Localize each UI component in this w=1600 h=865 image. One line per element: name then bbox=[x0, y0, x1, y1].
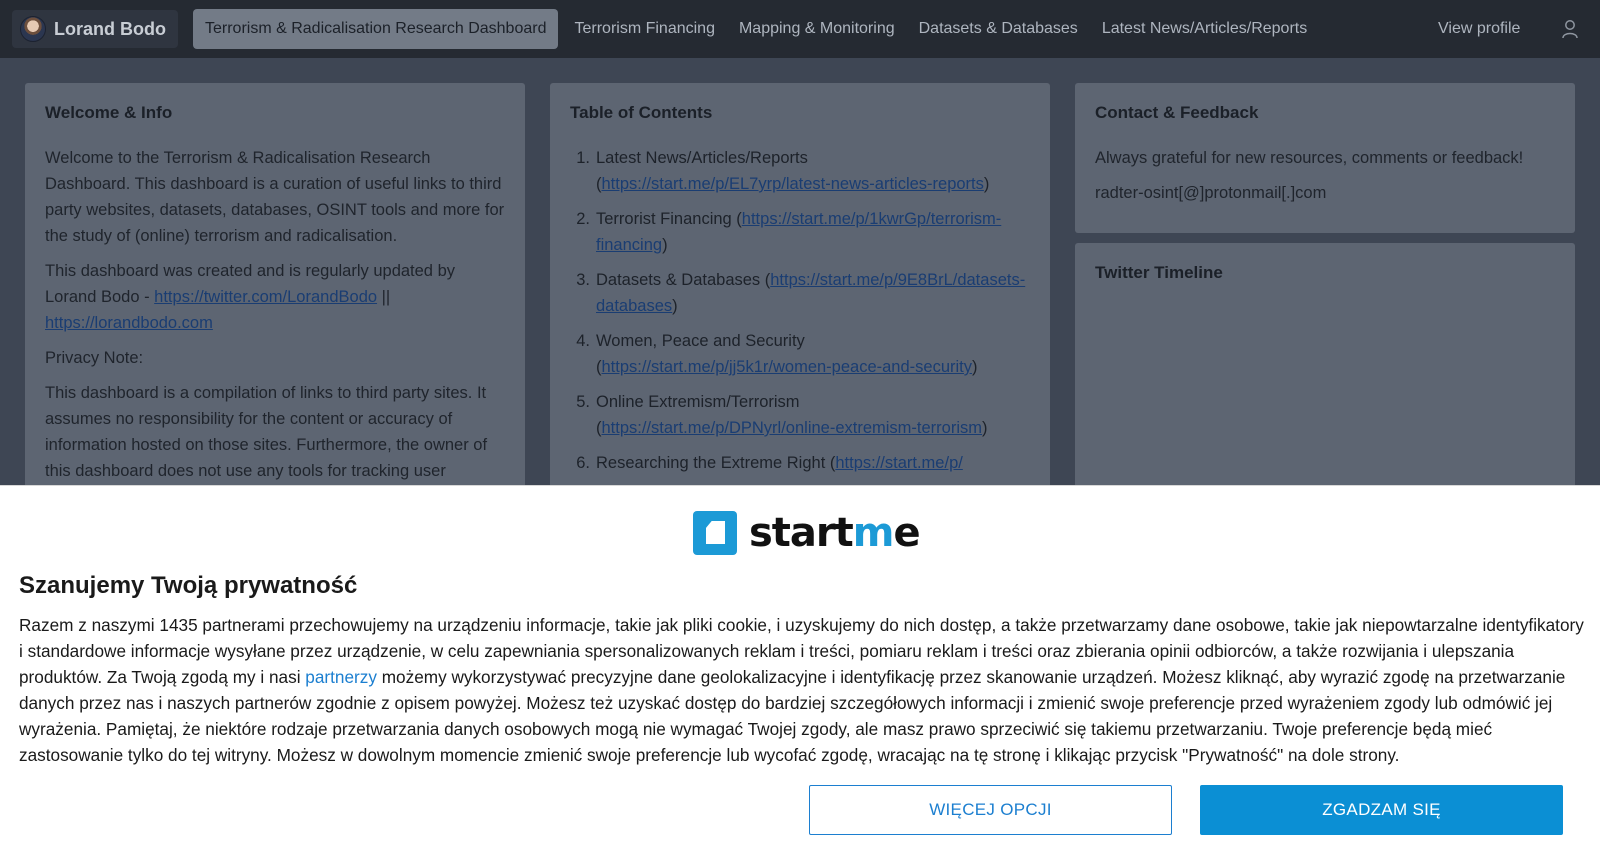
toc-link[interactable]: https://start.me/p/jj5k1r/women-peace-an… bbox=[602, 358, 973, 376]
toc-number: 6. bbox=[576, 454, 590, 472]
logo-text-start: start bbox=[749, 510, 854, 556]
tab-datasets-databases[interactable]: Datasets & Databases bbox=[907, 9, 1090, 49]
top-navbar: Lorand Bodo Terrorism & Radicalisation R… bbox=[0, 0, 1600, 58]
contact-title: Contact & Feedback bbox=[1095, 103, 1259, 122]
toc-item: 3. Datasets & Databases (https://start.me… bbox=[570, 267, 1030, 319]
toc-link[interactable]: https://start.me/p/ bbox=[835, 454, 962, 472]
twitter-panel: Twitter Timeline bbox=[1075, 243, 1575, 503]
toc-number: 1. bbox=[576, 149, 590, 167]
twitter-title: Twitter Timeline bbox=[1095, 263, 1223, 282]
toc-link[interactable]: https://start.me/p/EL7yrp/latest-news-ar… bbox=[602, 175, 984, 193]
startme-logo-text: startme bbox=[749, 510, 921, 556]
tab-terrorism-financing[interactable]: Terrorism Financing bbox=[562, 9, 726, 49]
welcome-text: Welcome to the Terrorism & Radicalisatio… bbox=[45, 149, 505, 245]
toc-number: 5. bbox=[576, 393, 590, 411]
toc-title: Table of Contents bbox=[570, 103, 713, 122]
toc-label: Datasets & Databases ( bbox=[596, 271, 771, 289]
cookie-consent-dialog: startme Szanujemy Twoją prywatność Razem… bbox=[0, 485, 1600, 865]
toc-list: 1. Latest News/Articles/Reports (https://… bbox=[570, 145, 1030, 476]
avatar bbox=[20, 16, 46, 42]
toc-link[interactable]: https://start.me/p/DPNyrl/online-extremi… bbox=[602, 419, 983, 437]
website-link[interactable]: https://lorandbodo.com bbox=[45, 314, 213, 332]
toc-label: Researching the Extreme Right ( bbox=[596, 454, 836, 472]
agree-button[interactable]: ZGADZAM SIĘ bbox=[1200, 785, 1563, 835]
tab-research-dashboard[interactable]: Terrorism & Radicalisation Research Dash… bbox=[193, 9, 559, 49]
logo-text-e: e bbox=[893, 510, 920, 556]
toc-label: Terrorist Financing ( bbox=[596, 210, 742, 228]
startme-logo-icon bbox=[693, 511, 737, 555]
toc-item: 1. Latest News/Articles/Reports (https://… bbox=[570, 145, 1030, 197]
toc-number: 2. bbox=[576, 210, 590, 228]
startme-logo: startme bbox=[693, 510, 921, 556]
toc-close: ) bbox=[672, 297, 678, 315]
welcome-credit: This dashboard was created and is regula… bbox=[45, 258, 505, 336]
tab-latest-news[interactable]: Latest News/Articles/Reports bbox=[1090, 9, 1319, 49]
toc-close: ) bbox=[662, 236, 668, 254]
toc-number: 3. bbox=[576, 271, 590, 289]
toc-close: ) bbox=[982, 419, 988, 437]
credit-separator: || bbox=[377, 288, 391, 306]
welcome-panel: Welcome & Info Welcome to the Terrorism … bbox=[25, 83, 525, 503]
brand-profile-link[interactable]: Lorand Bodo bbox=[12, 10, 178, 48]
contact-panel: Contact & Feedback Always grateful for n… bbox=[1075, 83, 1575, 233]
more-options-button[interactable]: WIĘCEJ OPCJI bbox=[809, 785, 1172, 835]
toc-item: 2. Terrorist Financing (https://start.me/… bbox=[570, 206, 1030, 258]
contact-email: radter-osint[@]protonmail[.]com bbox=[1095, 184, 1327, 202]
toc-close: ) bbox=[983, 175, 990, 193]
toc-panel: Table of Contents 1. Latest News/Articles… bbox=[550, 83, 1050, 503]
toc-close: ) bbox=[972, 358, 978, 376]
contact-text: Always grateful for new resources, comme… bbox=[1095, 149, 1524, 167]
toc-item: 5. Online Extremism/Terrorism (https://st… bbox=[570, 389, 1030, 441]
brand-name: Lorand Bodo bbox=[54, 18, 166, 39]
welcome-title: Welcome & Info bbox=[45, 103, 173, 122]
privacy-heading: Privacy Note: bbox=[45, 349, 144, 367]
privacy-text: This dashboard is a compilation of links… bbox=[45, 384, 488, 480]
partners-link[interactable]: partnerzy bbox=[305, 667, 377, 687]
logo-text-m: m bbox=[852, 510, 895, 556]
toc-number: 4. bbox=[576, 332, 590, 350]
user-icon[interactable] bbox=[1562, 19, 1578, 39]
consent-body: Razem z naszymi 1435 partnerami przechow… bbox=[19, 612, 1589, 768]
toc-item: 6. Researching the Extreme Right (https:/… bbox=[570, 450, 1030, 476]
tab-mapping-monitoring[interactable]: Mapping & Monitoring bbox=[727, 9, 907, 49]
toc-item: 4. Women, Peace and Security (https://sta… bbox=[570, 328, 1030, 380]
consent-title: Szanujemy Twoją prywatność bbox=[19, 572, 358, 599]
twitter-link[interactable]: https://twitter.com/LorandBodo bbox=[154, 288, 377, 306]
page-tabs: Terrorism & Radicalisation Research Dash… bbox=[193, 9, 1319, 49]
view-profile-link[interactable]: View profile bbox=[1438, 9, 1520, 49]
